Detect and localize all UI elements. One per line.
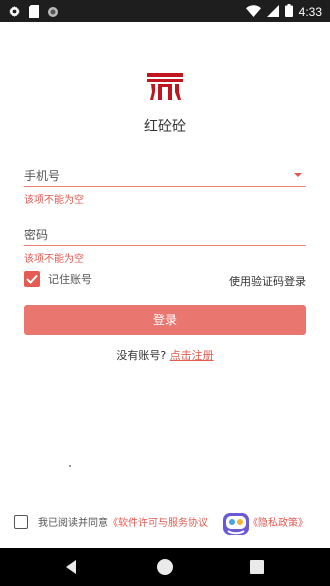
circle-icon bbox=[47, 3, 59, 22]
license-link[interactable]: 《软件许可与服务协议 bbox=[108, 514, 208, 529]
phone-underline bbox=[24, 186, 306, 187]
agreement-row: 我已阅读并同意 《软件许可与服务协议 《隐私政策》 bbox=[14, 514, 308, 529]
remember-account[interactable]: 记住账号 bbox=[24, 271, 92, 287]
password-underline bbox=[24, 245, 306, 246]
sms-login-link[interactable]: 使用验证码登录 bbox=[229, 273, 306, 289]
register-link[interactable]: 点击注册 bbox=[170, 349, 214, 362]
phone-field[interactable]: 手机号 该项不能为空 bbox=[24, 167, 306, 207]
agreement-text: 我已阅读并同意 bbox=[38, 518, 108, 529]
wifi-icon bbox=[245, 2, 261, 21]
navigation-bar bbox=[0, 548, 330, 586]
register-text: 没有账号? bbox=[116, 349, 167, 362]
agreement-checkbox[interactable] bbox=[14, 514, 28, 529]
check-icon bbox=[26, 274, 38, 284]
password-field[interactable]: 密码 该项不能为空 bbox=[24, 226, 306, 266]
app-name: 红砼砼 bbox=[144, 119, 186, 135]
register-prompt: 没有账号? 点击注册 bbox=[0, 347, 330, 363]
remember-label: 记住账号 bbox=[48, 273, 92, 286]
stray-dot bbox=[69, 465, 71, 467]
battery-icon bbox=[284, 2, 293, 21]
login-button[interactable]: 登录 bbox=[24, 305, 306, 335]
password-error: 该项不能为空 bbox=[24, 254, 84, 265]
back-icon[interactable] bbox=[66, 560, 76, 574]
dropdown-arrow-icon[interactable] bbox=[294, 173, 302, 177]
remember-checkbox[interactable] bbox=[24, 271, 40, 287]
status-time: 4:33 bbox=[298, 4, 322, 19]
phone-error: 该项不能为空 bbox=[24, 195, 84, 206]
privacy-link[interactable]: 《隐私政策》 bbox=[248, 514, 308, 529]
signal-icon bbox=[266, 2, 279, 21]
game-controller-icon[interactable] bbox=[222, 511, 250, 537]
app-logo bbox=[147, 73, 183, 103]
status-bar: 4:33 bbox=[0, 0, 330, 22]
gear-icon bbox=[8, 3, 21, 22]
phone-label: 手机号 bbox=[24, 169, 61, 183]
home-icon[interactable] bbox=[157, 559, 173, 575]
password-label: 密码 bbox=[24, 228, 49, 242]
recents-icon[interactable] bbox=[250, 560, 264, 574]
sim-icon bbox=[29, 3, 39, 22]
